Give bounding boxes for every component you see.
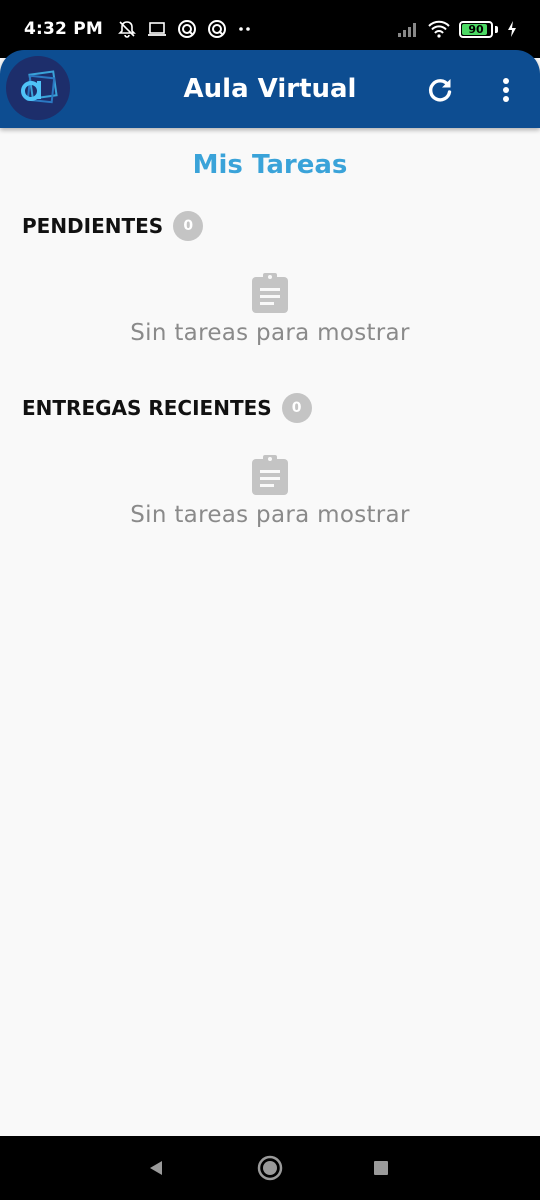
laptop-icon: [147, 20, 167, 38]
more-dots-icon: [237, 19, 253, 39]
system-nav-bar: [0, 1136, 540, 1200]
page-title: Mis Tareas: [192, 150, 348, 180]
battery-level: 90: [468, 22, 484, 36]
app-notification-icon: [177, 19, 197, 39]
battery-nub: [495, 25, 498, 33]
section-title: ENTREGAS RECIENTES: [22, 396, 272, 420]
signal-icon: [397, 20, 419, 38]
count-badge: 0: [281, 393, 312, 423]
empty-text: Sin tareas para mostrar: [130, 320, 410, 346]
wifi-icon: [427, 20, 451, 38]
app-notification-icon: [207, 19, 227, 39]
recents-icon: [374, 1161, 388, 1175]
clipboard-icon: [252, 273, 288, 313]
home-button[interactable]: [254, 1152, 286, 1184]
section-title: PENDIENTES: [22, 214, 164, 238]
count-badge: 0: [173, 211, 204, 241]
empty-state-entregas-recientes: Sin tareas para mostrar: [0, 454, 540, 528]
app-bar: Aula Virtual: [0, 50, 540, 128]
refresh-button[interactable]: [420, 70, 460, 110]
empty-text: Sin tareas para mostrar: [130, 502, 410, 528]
muted-bell-icon: [117, 19, 137, 39]
back-button[interactable]: [140, 1152, 172, 1184]
status-time: 4:32 PM: [24, 19, 103, 39]
empty-state-pendientes: Sin tareas para mostrar: [0, 272, 540, 346]
recents-button[interactable]: [365, 1152, 397, 1184]
charging-icon: [506, 20, 518, 38]
back-icon: [150, 1161, 162, 1175]
battery-icon: 90: [459, 20, 493, 38]
section-header-pendientes: PENDIENTES 0: [22, 211, 204, 241]
section-header-entregas-recientes: ENTREGAS RECIENTES 0: [22, 393, 312, 423]
more-vert-icon: [503, 78, 509, 102]
home-icon: [257, 1155, 283, 1181]
aula-virtual-logo[interactable]: [6, 56, 70, 120]
logo-icon: [21, 70, 58, 104]
refresh-icon: [428, 79, 452, 102]
more-options-button[interactable]: [488, 70, 524, 110]
clipboard-icon: [252, 455, 288, 495]
